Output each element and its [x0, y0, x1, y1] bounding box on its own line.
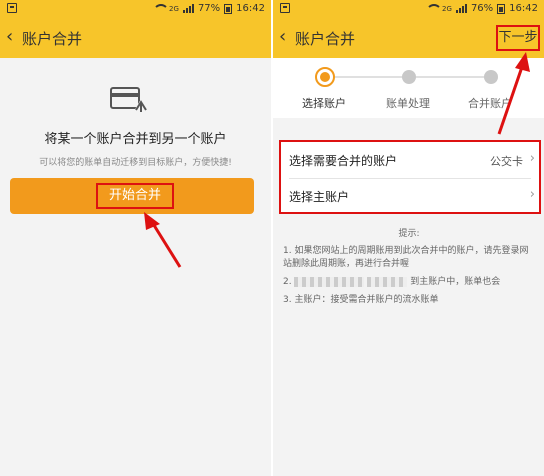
right-screen: 2G 76% 16:42 ‹ 账户合并 下一步 选择账户 账单处理 合并账户 选… — [273, 0, 544, 476]
headline: 将某一个账户合并到另一个账户 — [44, 132, 227, 147]
step-dot — [484, 70, 498, 84]
tip-line-2: 2. 到主账户中，账单也会 — [283, 276, 535, 289]
main-account-row[interactable]: 选择主账户 › — [281, 179, 539, 214]
step-connector — [325, 76, 409, 78]
network-type: 2G — [442, 4, 452, 13]
account-selection-card: 选择需要合并的账户 公交卡 › 选择主账户 › — [279, 140, 541, 214]
chevron-right-icon: › — [529, 151, 535, 166]
next-step-button[interactable]: 下一步 — [496, 25, 540, 51]
title-bar: ‹ 账户合并 — [0, 18, 271, 58]
step-indicator: 选择账户 账单处理 合并账户 — [273, 58, 544, 118]
notification-icon — [280, 3, 290, 13]
subline: 可以将您的账单自动迁移到目标账户，方便快捷! — [39, 158, 232, 168]
status-bar: 2G 77% 16:42 — [0, 0, 271, 18]
tips-section: 提示: 1. 如果您网站上的周期账用到此次合并中的账户，请先登录网站删除此周期账… — [283, 228, 535, 312]
battery-icon — [497, 3, 506, 14]
page-title: 账户合并 — [295, 30, 356, 48]
redacted-text — [367, 276, 408, 287]
battery-percent: 77% — [197, 3, 221, 14]
signal-icon — [455, 4, 467, 13]
pointer-arrow — [144, 212, 182, 268]
tip-line-1: 1. 如果您网站上的周期账用到此次合并中的账户，请先登录网站删除此周期账，再进行… — [283, 246, 529, 269]
page-title: 账户合并 — [22, 30, 83, 48]
step-connector — [409, 76, 491, 78]
main-account-label: 选择主账户 — [289, 190, 350, 204]
step-label-merge-account: 合并账户 — [468, 97, 512, 110]
tip-line-2-suffix: 到主账户中，账单也会 — [410, 277, 501, 287]
wifi-icon — [153, 4, 170, 13]
back-chevron-icon[interactable]: ‹ — [279, 27, 286, 47]
tip-line-3: 3. 主账户：接受需合并账户的流水账单 — [283, 295, 439, 305]
step-dot-active — [315, 67, 335, 87]
tips-title: 提示: — [398, 229, 420, 239]
status-bar: 2G 76% 16:42 — [273, 0, 544, 18]
wifi-icon — [426, 4, 443, 13]
battery-icon — [224, 3, 233, 14]
step-label-bill-processing: 账单处理 — [386, 97, 430, 110]
left-screen: 2G 77% 16:42 ‹ 账户合并 将某一个账户合并到另一个账户 可以将您的… — [0, 0, 271, 476]
start-merge-label: 开始合并 — [96, 183, 174, 209]
clock: 16:42 — [509, 3, 538, 14]
step-label-select-account: 选择账户 — [302, 97, 346, 110]
back-chevron-icon[interactable]: ‹ — [6, 27, 13, 47]
signal-icon — [182, 4, 194, 13]
tip-line-2-prefix: 2. — [283, 277, 292, 287]
merge-account-label: 选择需要合并的账户 — [289, 154, 398, 168]
title-bar: ‹ 账户合并 下一步 — [273, 18, 544, 58]
merge-account-value: 公交卡 — [490, 155, 523, 168]
merge-account-row[interactable]: 选择需要合并的账户 公交卡 › — [281, 143, 539, 178]
chevron-right-icon: › — [529, 187, 535, 202]
step-dot — [402, 70, 416, 84]
notification-icon — [7, 3, 17, 13]
redacted-text — [294, 276, 365, 287]
network-type: 2G — [169, 4, 179, 13]
clock: 16:42 — [236, 3, 265, 14]
start-merge-button[interactable]: 开始合并 — [10, 178, 254, 214]
battery-percent: 76% — [470, 3, 494, 14]
merge-card-icon — [110, 87, 148, 112]
